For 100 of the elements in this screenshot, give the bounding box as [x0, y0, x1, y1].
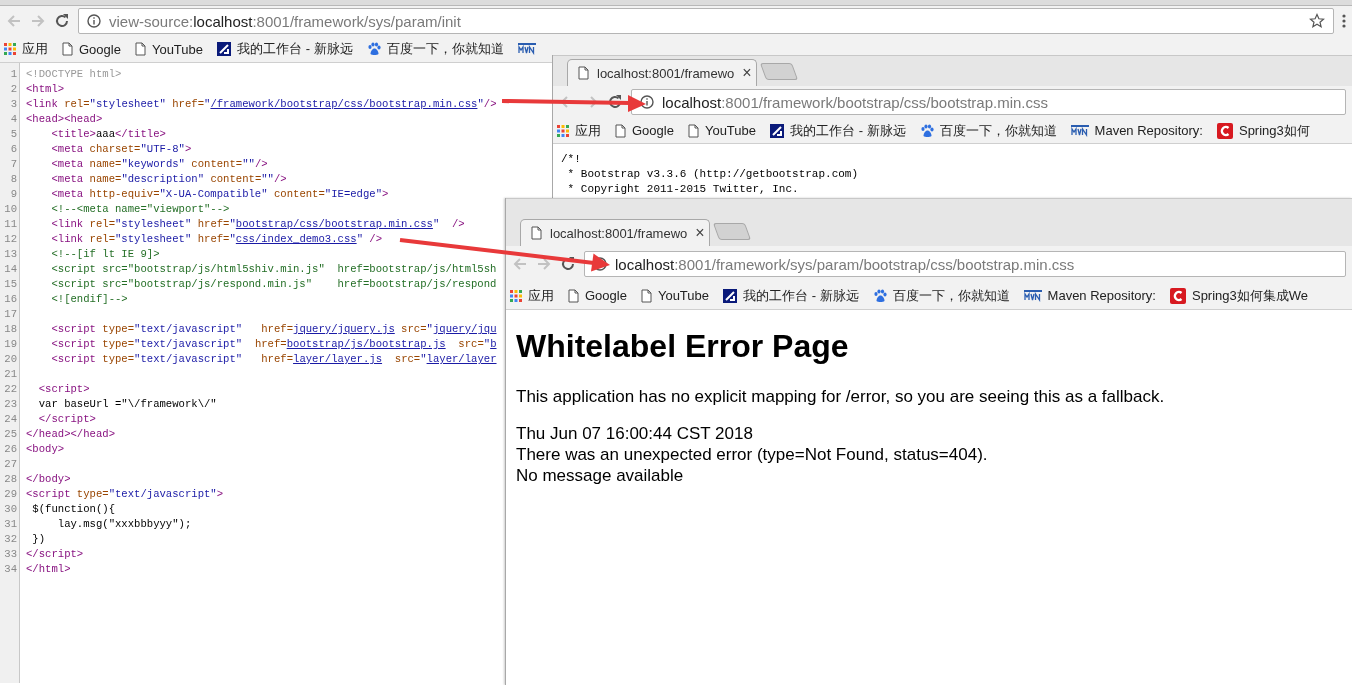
info-icon[interactable]: [87, 14, 101, 28]
line-number: 8: [9, 172, 18, 187]
source-link[interactable]: b: [490, 338, 497, 350]
browser-tab[interactable]: localhost:8001/framewo ×: [520, 219, 710, 246]
source-line: <script src="bootstrap/js/respond.min.js" href=bootstrap/js/respond: [50, 277, 497, 292]
paw-icon: [366, 42, 381, 56]
source-link[interactable]: jquery/jqu: [432, 323, 497, 335]
square-logo-icon: [217, 42, 231, 56]
page-icon: [615, 123, 626, 138]
source-line: <![endif]-->: [50, 292, 129, 307]
source-line: var baseUrl ="\/framework\/": [37, 397, 218, 412]
bookmark[interactable]: 应用: [4, 40, 48, 58]
paw-icon: [872, 288, 887, 303]
address-text: localhost:8001/framework/bootstrap/css/bootstrap.min.css: [662, 93, 1049, 111]
reload-icon[interactable]: [560, 256, 576, 272]
bookmark[interactable]: Maven Repository:: [1070, 123, 1203, 139]
address-bar[interactable]: localhost:8001/framework/sys/param/bootstrap/css/bootstrap.min.css: [584, 251, 1346, 277]
line-number: 16: [3, 292, 18, 307]
menu-icon[interactable]: [1342, 14, 1346, 28]
address-bar[interactable]: view-source:localhost:8001/framework/sys/param/init: [78, 8, 1334, 34]
line-number: 14: [3, 262, 18, 277]
apps-grid-icon: [4, 43, 16, 55]
bookmark[interactable]: YouTube: [687, 123, 756, 139]
source-line: <!--<meta name="viewport"-->: [50, 202, 231, 217]
source-line: <meta http-equiv="X-UA-Compatible" content="IE=edge">: [50, 187, 390, 202]
bookmark[interactable]: 我的工作台 - 新脉远: [217, 40, 353, 58]
source-link[interactable]: layer/layer.js: [293, 353, 383, 365]
info-icon[interactable]: [640, 95, 654, 110]
source-line: <!--[if lt IE 9]>: [50, 247, 161, 262]
source-line: <script type="text/javascript">: [26, 487, 225, 502]
source-line: lay.msg("xxxbbbyyy");: [56, 517, 193, 532]
css-comment-line: /*!: [561, 152, 582, 167]
bookmark[interactable]: Spring3如何: [1216, 121, 1310, 140]
mvn-logo-icon: [517, 43, 536, 55]
address-bar[interactable]: localhost:8001/framework/bootstrap/css/bootstrap.min.css: [631, 89, 1346, 116]
source-line: <head><head>: [26, 112, 104, 127]
reload-icon[interactable]: [54, 13, 70, 29]
error-detail: There was an unexpected error (type=Not Found, status=404).: [516, 444, 989, 465]
line-number: 25: [3, 427, 18, 442]
source-line: <meta name="keywords" content=""/>: [50, 157, 269, 172]
bookmark[interactable]: 百度一下，你就知道: [366, 40, 504, 58]
bookmark[interactable]: Maven Repository:: [1023, 288, 1156, 303]
source-line: <meta name="description" content=""/>: [50, 172, 288, 187]
line-number: 9: [9, 187, 18, 202]
forward-icon[interactable]: [536, 256, 552, 272]
source-line: <script type="text/javascript" href=bootstrap/js/bootstrap.js src="b: [50, 337, 497, 352]
line-number: 34: [3, 562, 18, 577]
bookmark[interactable]: 百度一下，你就知道: [872, 286, 1010, 305]
mvn-logo-icon: [1070, 124, 1089, 137]
line-number: 19: [3, 337, 18, 352]
source-line: <body>: [26, 442, 66, 457]
page-icon: [640, 288, 652, 303]
source-line: <link rel="stylesheet" href="bootstrap/css/bootstrap.min.css" />: [50, 217, 466, 232]
page-icon: [568, 288, 579, 303]
line-number: 12: [3, 232, 18, 247]
bookmark[interactable]: 百度一下，你就知道: [919, 121, 1057, 140]
bookmark[interactable]: Google: [62, 41, 121, 57]
c-logo-icon: [1169, 287, 1186, 304]
bookmark-star-icon[interactable]: [1309, 13, 1325, 29]
line-number: 31: [3, 517, 18, 532]
page-icon: [134, 42, 146, 56]
bookmark[interactable]: Google: [615, 123, 674, 139]
line-number: 22: [3, 382, 18, 397]
source-link[interactable]: jquery/jquery.js: [293, 323, 395, 335]
source-link[interactable]: css/index_demo3.css: [235, 233, 357, 245]
line-number: 10: [3, 202, 18, 217]
source-link[interactable]: bootstrap/css/bootstrap.min.css: [235, 218, 433, 230]
line-number: 28: [3, 472, 18, 487]
bookmark[interactable]: 我的工作台 - 新脉远: [770, 121, 906, 140]
line-number: 23: [3, 397, 18, 412]
bookmark[interactable]: YouTube: [640, 288, 709, 303]
address-text: localhost:8001/framework/sys/param/bootstrap/css/bootstrap.min.css: [615, 255, 1076, 273]
source-line: <script type="text/javascript" href=layer/layer.js src="layer/layer: [50, 352, 497, 367]
address-text: view-source:localhost:8001/framework/sys/param/init: [109, 12, 462, 30]
line-number: 4: [9, 112, 18, 127]
source-line: <script type="text/javascript" href=jquery/jquery.js src="jquery/jqu: [50, 322, 497, 337]
line-number: 26: [3, 442, 18, 457]
line-number: 15: [3, 277, 18, 292]
line-number: 21: [3, 367, 18, 382]
page-icon: [62, 42, 73, 56]
source-link[interactable]: bootstrap/js/bootstrap.js: [286, 338, 446, 350]
bookmark[interactable]: YouTube: [134, 41, 203, 57]
c-logo-icon: [1216, 122, 1233, 139]
reload-icon[interactable]: [607, 94, 623, 111]
close-tab-button[interactable]: ×: [742, 65, 752, 81]
source-link[interactable]: /framework/bootstrap/css/bootstrap.min.css: [210, 98, 478, 110]
source-line: <script>: [37, 382, 91, 397]
bookmark[interactable]: 我的工作台 - 新脉远: [723, 286, 859, 305]
line-number: 33: [3, 547, 18, 562]
square-logo-icon: [770, 123, 784, 138]
source-link[interactable]: layer/layer: [426, 353, 497, 365]
source-line: <script src="bootstrap/js/html5shiv.min.js" href=bootstrap/js/html5sh: [50, 262, 497, 277]
browser-tab[interactable]: localhost:8001/framewo ×: [567, 59, 757, 86]
bookmark[interactable]: 应用: [510, 286, 554, 305]
bookmark[interactable]: Spring3如何集成We: [1169, 286, 1309, 305]
bookmark[interactable]: Google: [568, 288, 627, 303]
close-tab-button[interactable]: ×: [695, 225, 705, 241]
tab-title: localhost:8001/framewo: [550, 225, 688, 241]
bookmark[interactable]: 应用: [557, 121, 601, 140]
source-line: <title>aaa</title>: [50, 127, 167, 142]
